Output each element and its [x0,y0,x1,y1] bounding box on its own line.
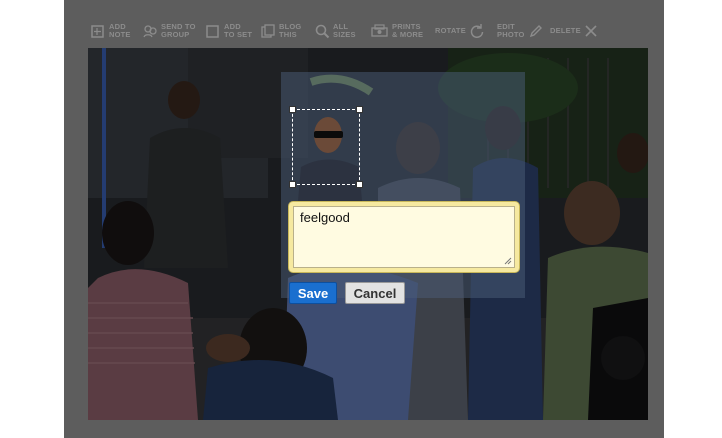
blog-this-icon [261,24,275,38]
edit-photo-button[interactable]: EDIT PHOTO [497,20,544,42]
prints-more-button[interactable]: PRINTS & MORE [371,20,423,42]
note-textarea[interactable] [293,206,515,268]
blog-this-label: BLOG THIS [279,22,302,39]
resize-handle-bottom-left[interactable] [289,181,296,188]
note-selection-box[interactable] [289,106,363,188]
add-to-set-label: ADD TO SET [224,22,253,39]
rotate-label: ROTATE [435,26,466,35]
delete-x-icon [585,25,597,37]
note-region: Save Cancel [281,72,525,304]
add-note-icon [91,25,104,38]
add-note-button[interactable]: ADD NOTE [90,20,131,42]
cancel-button[interactable]: Cancel [345,282,405,304]
photo-toolbar: ADD NOTE SEND TO GROUP ADD TO SET BLOG T… [64,0,664,48]
delete-label: DELETE [550,26,581,35]
delete-button[interactable]: DELETE [550,20,598,42]
add-note-label: ADD NOTE [109,22,131,39]
resize-handle-top-left[interactable] [289,106,296,113]
add-to-set-icon [206,25,219,38]
blog-this-button[interactable]: BLOG THIS [260,20,301,42]
photo[interactable]: Save Cancel [88,48,648,420]
edit-photo-label: EDIT PHOTO [497,22,525,39]
resize-handle-bottom-right[interactable] [356,181,363,188]
rotate-button[interactable]: ROTATE [435,20,485,42]
magnifier-icon [315,24,330,39]
send-to-group-button[interactable]: SEND TO GROUP [142,20,196,42]
prints-icon [371,24,388,37]
all-sizes-label: ALL SIZES [333,22,356,39]
pencil-icon [529,25,542,38]
photo-frame: ADD NOTE SEND TO GROUP ADD TO SET BLOG T… [64,0,664,438]
all-sizes-button[interactable]: ALL SIZES [314,20,356,42]
send-to-group-label: SEND TO GROUP [161,22,196,39]
prints-more-label: PRINTS & MORE [392,22,424,39]
add-to-set-button[interactable]: ADD TO SET [205,20,252,42]
resize-grip-icon[interactable] [504,257,512,265]
resize-handle-top-right[interactable] [356,106,363,113]
note-editor [289,202,519,272]
rotate-icon [470,24,484,38]
send-to-group-icon [143,25,157,38]
save-button[interactable]: Save [289,282,337,304]
